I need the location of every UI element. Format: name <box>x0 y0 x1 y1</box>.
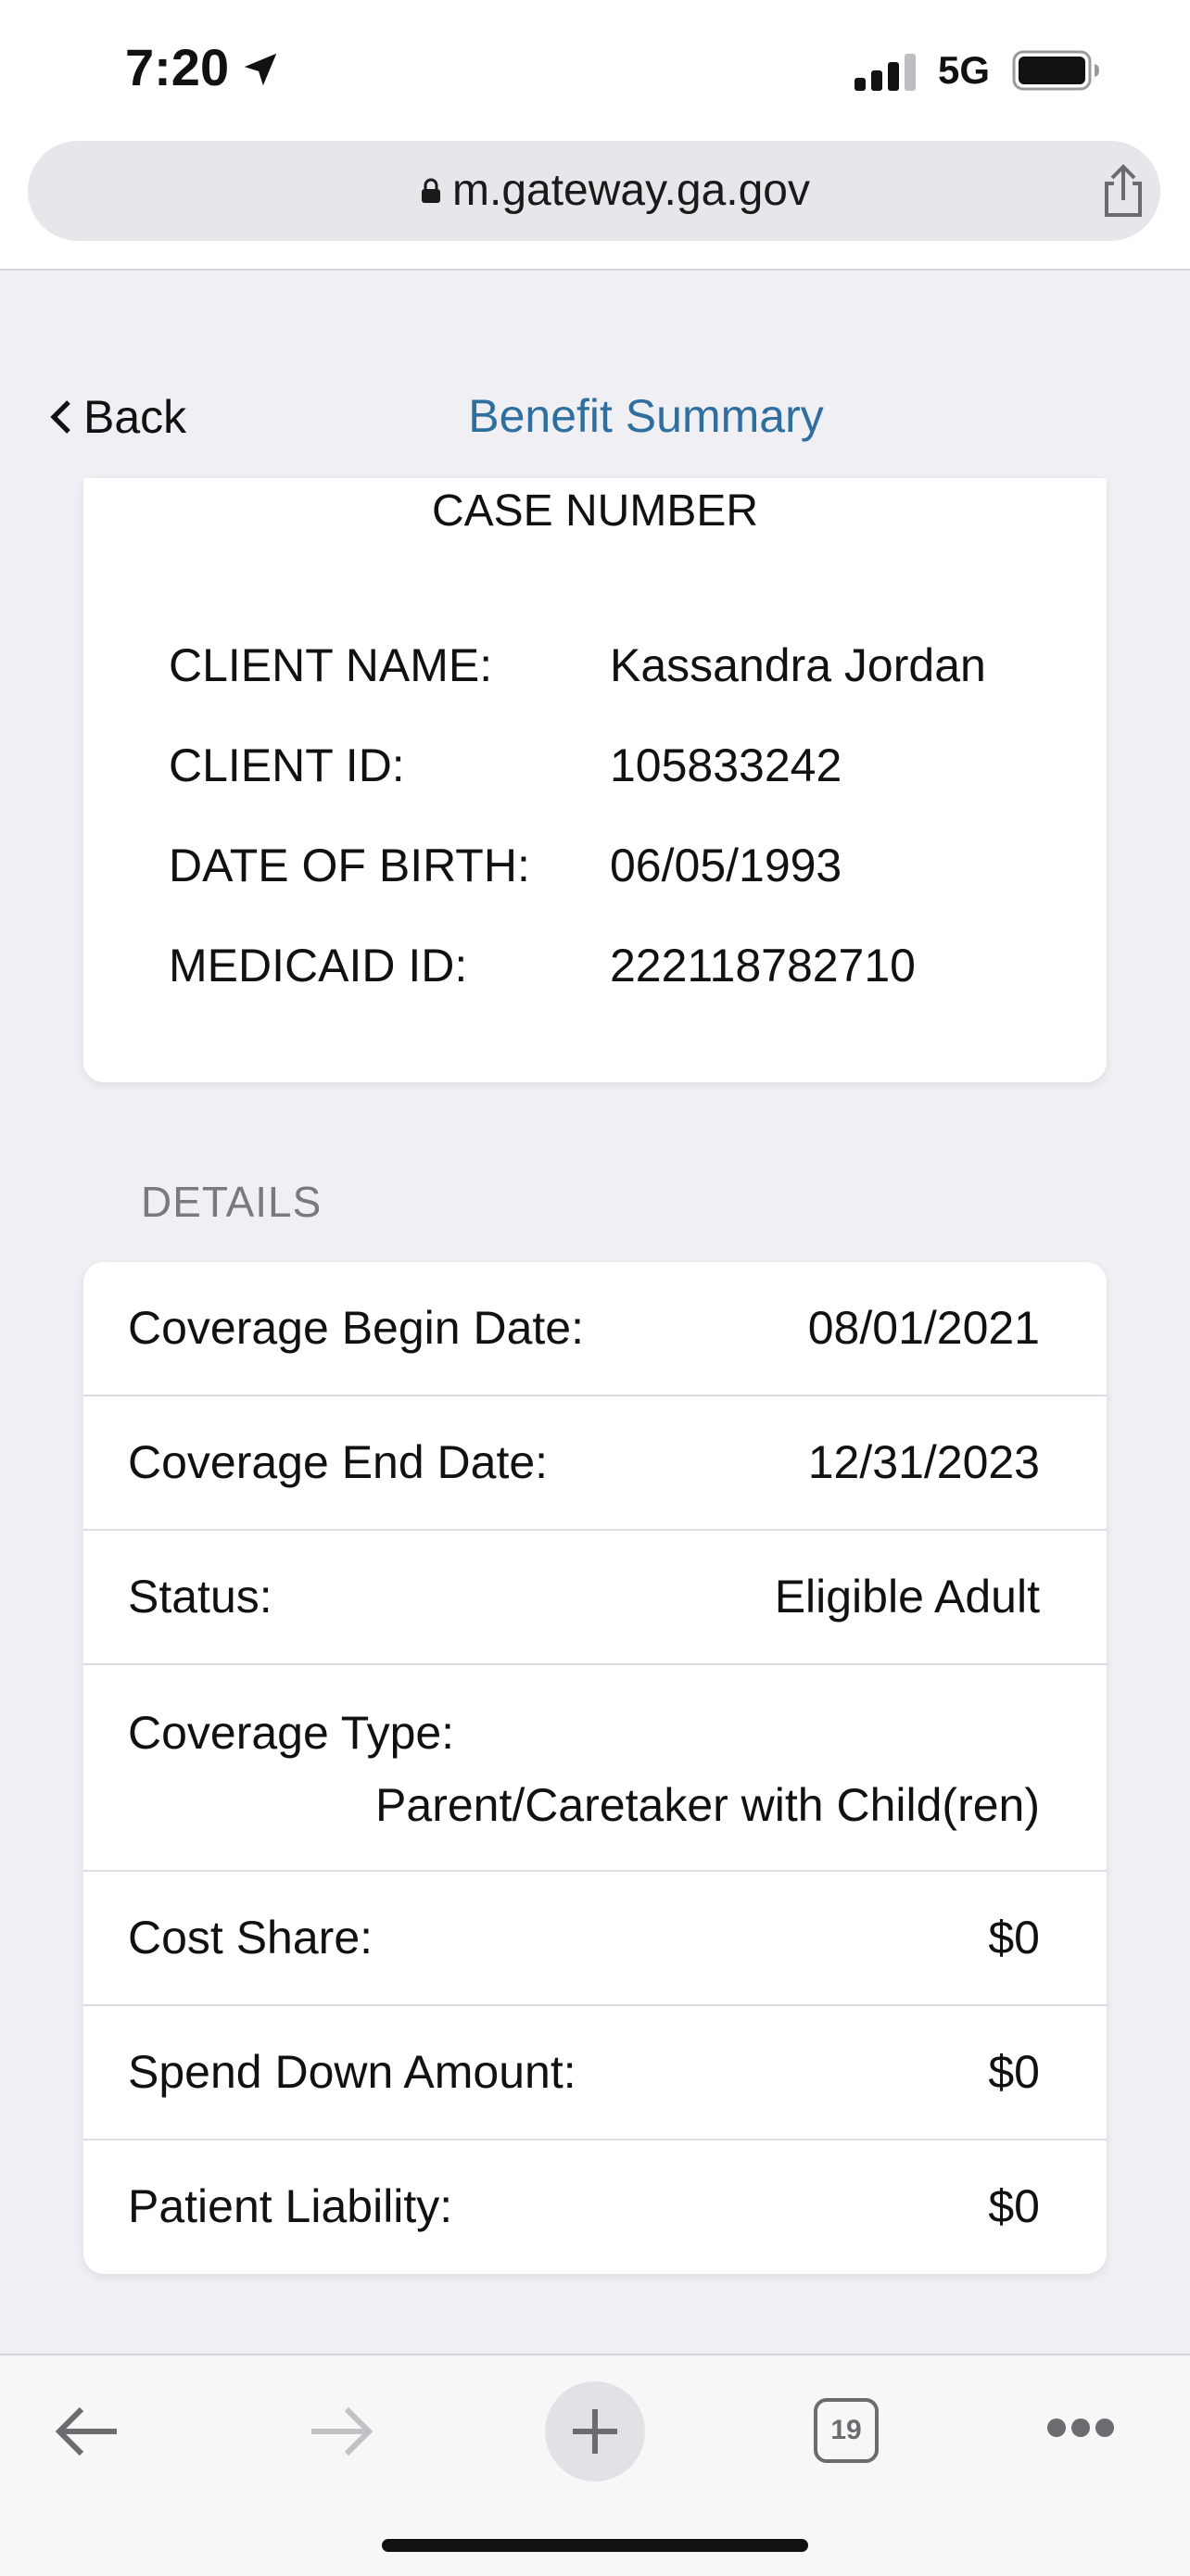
details-row-spend-down: Spend Down Amount: $0 <box>83 2006 1107 2140</box>
lock-icon <box>422 178 440 203</box>
status-value: Eligible Adult <box>774 1571 1040 1623</box>
details-row-coverage-end: Coverage End Date: 12/31/2023 <box>83 1396 1107 1531</box>
coverage-begin-value: 08/01/2021 <box>807 1302 1040 1354</box>
network-type: 5G <box>938 48 991 92</box>
coverage-end-value: 12/31/2023 <box>807 1436 1040 1488</box>
navigation-bar: Back Benefit Summary <box>0 271 1190 478</box>
patient-liability-value: $0 <box>988 2180 1040 2232</box>
coverage-type-label: Coverage Type: <box>128 1707 455 1759</box>
cellular-signal-icon <box>855 54 916 91</box>
coverage-type-value: Parent/Caretaker with Child(ren) <box>375 1779 1040 1831</box>
cost-share-value: $0 <box>988 1912 1040 1964</box>
details-section-header: DETAILS <box>141 1178 323 1226</box>
spend-down-value: $0 <box>988 2046 1040 2098</box>
client-name-value: Kassandra Jordan <box>610 639 986 691</box>
page-title: Benefit Summary <box>468 390 824 442</box>
medicaid-id-label: MEDICAID ID: <box>169 940 468 991</box>
share-icon[interactable] <box>1095 163 1151 219</box>
address-bar[interactable]: m.gateway.ga.gov <box>28 141 1160 241</box>
client-id-value: 105833242 <box>610 739 842 791</box>
case-number-label: CASE NUMBER <box>431 486 759 536</box>
details-row-coverage-type: Coverage Type: Parent/Caretaker with Chi… <box>83 1665 1107 1872</box>
tabs-button[interactable]: 19 <box>814 2398 879 2463</box>
details-row-cost-share: Cost Share: $0 <box>83 1872 1107 2006</box>
new-tab-button[interactable] <box>545 2381 645 2481</box>
details-row-patient-liability: Patient Liability: $0 <box>83 2140 1107 2274</box>
home-indicator <box>382 2539 808 2552</box>
status-bar: 7:20 5G <box>0 0 1190 139</box>
details-row-status: Status: Eligible Adult <box>83 1531 1107 1665</box>
coverage-begin-label: Coverage Begin Date: <box>128 1302 584 1354</box>
more-options-icon[interactable] <box>1045 2417 1116 2439</box>
location-arrow-icon <box>244 53 277 86</box>
client-id-label: CLIENT ID: <box>169 739 405 791</box>
coverage-end-label: Coverage End Date: <box>128 1436 549 1488</box>
back-arrow-icon[interactable] <box>54 2404 120 2459</box>
date-of-birth-value: 06/05/1993 <box>610 840 842 891</box>
client-info-card: CASE NUMBER CLIENT NAME: Kassandra Jorda… <box>83 478 1107 1082</box>
spend-down-label: Spend Down Amount: <box>128 2046 576 2098</box>
browser-address-area: m.gateway.ga.gov <box>0 139 1190 271</box>
tabs-count: 19 <box>830 2415 862 2445</box>
status-time: 7:20 <box>125 38 230 96</box>
details-row-coverage-begin: Coverage Begin Date: 08/01/2021 <box>83 1262 1107 1396</box>
medicaid-id-value: 222118782710 <box>610 940 916 991</box>
battery-icon <box>1012 50 1099 91</box>
cost-share-label: Cost Share: <box>128 1912 373 1964</box>
plus-icon <box>573 2409 617 2454</box>
patient-liability-label: Patient Liability: <box>128 2180 453 2232</box>
status-label: Status: <box>128 1571 272 1623</box>
date-of-birth-label: DATE OF BIRTH: <box>169 840 530 891</box>
url-text: m.gateway.ga.gov <box>452 166 810 215</box>
client-name-label: CLIENT NAME: <box>169 639 493 691</box>
details-card: Coverage Begin Date: 08/01/2021 Coverage… <box>83 1262 1107 2274</box>
forward-arrow-icon[interactable] <box>308 2404 374 2459</box>
